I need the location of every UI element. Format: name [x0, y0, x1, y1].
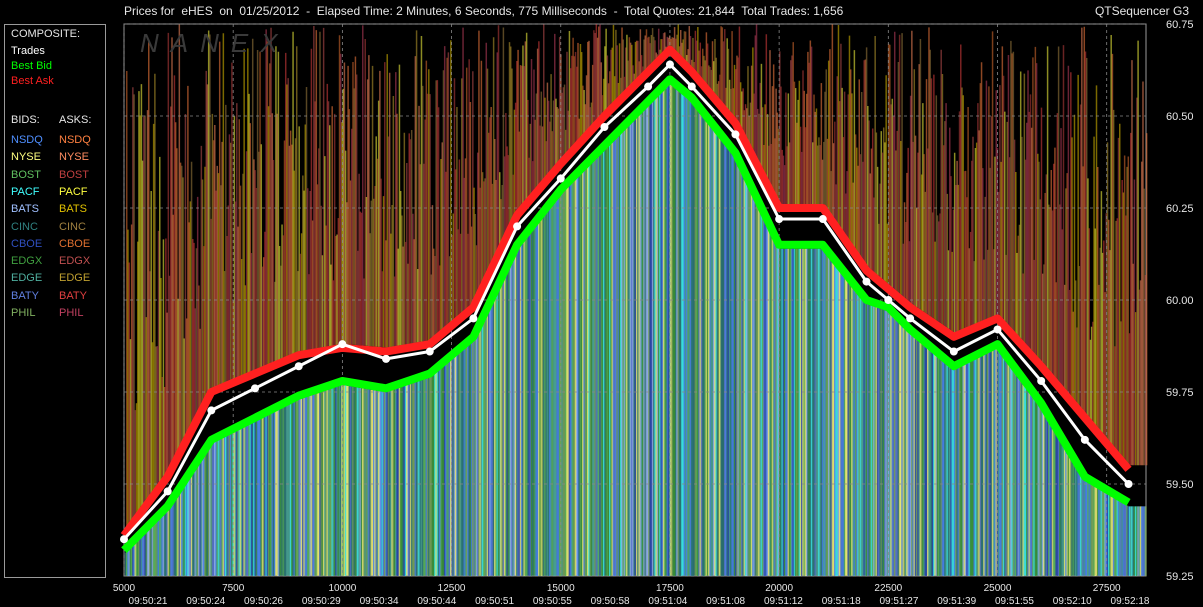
x-tick-label: 25000: [984, 583, 1012, 594]
trade-point: [120, 535, 128, 544]
time-tick-label: 09:51:04: [648, 596, 687, 607]
y-tick-label: 60.25: [1166, 203, 1194, 215]
trade-point: [382, 354, 391, 363]
trade-point: [1080, 435, 1089, 444]
y-tick-label: 59.25: [1166, 571, 1194, 583]
x-tick-label: 10000: [328, 583, 356, 594]
x-tick-label: 15000: [547, 583, 575, 594]
y-tick-label: 59.50: [1166, 479, 1194, 491]
trade-point: [775, 215, 784, 224]
time-tick-label: 09:50:21: [129, 596, 168, 607]
y-tick-label: 60.00: [1166, 295, 1194, 307]
trade-point: [294, 362, 303, 371]
x-tick-label: 17500: [656, 583, 684, 594]
trade-point: [425, 347, 434, 356]
time-tick-label: 09:51:18: [822, 596, 861, 607]
time-tick-label: 09:50:24: [186, 596, 225, 607]
x-tick-label: 27500: [1093, 583, 1121, 594]
trade-point: [884, 296, 893, 304]
x-tick-label: 5000: [113, 583, 136, 594]
time-tick-label: 09:50:55: [533, 596, 572, 607]
time-tick-label: 09:50:34: [360, 596, 399, 607]
trade-point: [993, 325, 1002, 334]
time-tick-label: 09:50:58: [591, 596, 630, 607]
x-tick-label: 7500: [222, 583, 245, 594]
time-tick-label: 09:51:55: [995, 596, 1034, 607]
time-tick-label: 09:52:10: [1053, 596, 1092, 607]
trade-point: [906, 314, 915, 323]
time-tick-label: 09:52:18: [1111, 596, 1150, 607]
trade-point: [600, 123, 609, 132]
time-tick-label: 09:50:29: [302, 596, 341, 607]
trade-point: [469, 314, 478, 323]
trade-point: [338, 340, 347, 349]
trade-point: [207, 406, 216, 415]
trade-point: [163, 487, 172, 496]
trade-point: [687, 82, 696, 91]
time-tick-label: 09:50:44: [417, 596, 456, 607]
y-tick-label: 60.50: [1166, 111, 1194, 123]
time-tick-label: 09:50:51: [475, 596, 514, 607]
trade-point: [1037, 376, 1046, 385]
x-tick-label: 22500: [874, 583, 902, 594]
trade-point: [665, 60, 674, 69]
y-tick-label: 59.75: [1166, 387, 1194, 399]
x-axis-ticks: 5000 7500 10000 12500 15000 17500 20000 22500 25…: [113, 583, 1150, 607]
time-tick-label: 09:51:12: [764, 596, 803, 607]
y-axis-ticks: 59.25 59.50 59.75 60.00 60.25 60.50 60.75: [1166, 19, 1194, 583]
trade-point: [644, 82, 653, 91]
price-chart: NANEX 59.25 59.50 59.75 60.00 60.25 60.50 60.7…: [113, 19, 1194, 607]
trade-point: [556, 174, 565, 183]
trade-point: [862, 277, 871, 286]
trade-point: [818, 215, 827, 224]
trade-point: [731, 130, 740, 139]
time-tick-label: 09:50:26: [244, 596, 283, 607]
y-tick-label: 60.75: [1166, 19, 1194, 31]
trade-point: [513, 222, 522, 231]
time-tick-label: 09:51:08: [706, 596, 745, 607]
trade-point: [1124, 480, 1133, 488]
x-tick-label: 12500: [438, 583, 466, 594]
x-tick-label: 20000: [765, 583, 793, 594]
trade-point: [949, 347, 958, 356]
watermark: NANEX: [140, 28, 290, 58]
time-tick-label: 09:51:39: [937, 596, 976, 607]
trade-point: [251, 384, 260, 393]
time-tick-label: 09:51:27: [879, 596, 918, 607]
